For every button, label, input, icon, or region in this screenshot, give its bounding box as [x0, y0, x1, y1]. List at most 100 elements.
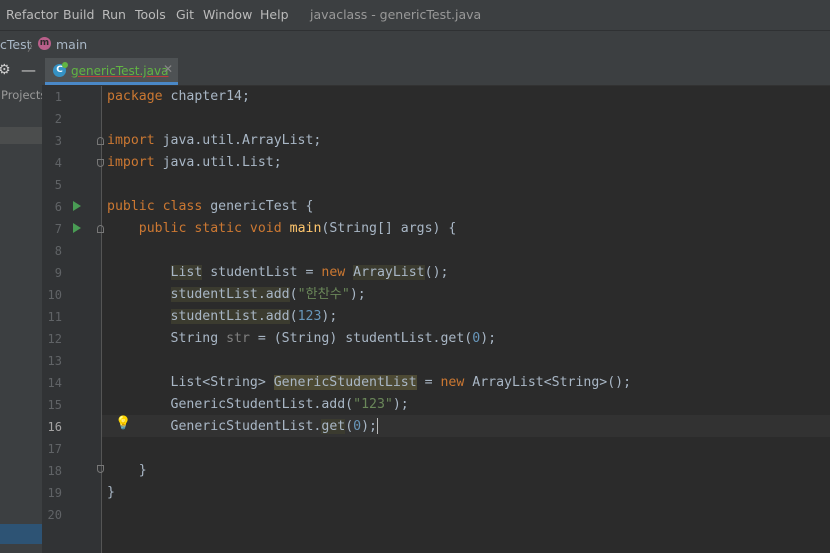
menu-run[interactable]: Run — [102, 7, 126, 22]
project-tree-highlight-row[interactable] — [0, 524, 42, 544]
code-text: ArrayList<String>(); — [472, 375, 632, 390]
method-icon: m — [38, 37, 51, 50]
menu-window[interactable]: Window — [203, 7, 252, 22]
line-number: 6 — [54, 200, 62, 214]
code-text: (); — [424, 265, 449, 280]
menu-bar: Refactor Build Run Tools Git Window Help… — [0, 0, 830, 30]
code-text: = — [416, 375, 441, 390]
code-text: ); — [480, 331, 497, 346]
code-text: } — [107, 463, 147, 478]
keyword: import — [107, 155, 155, 170]
menu-tools[interactable]: Tools — [135, 7, 166, 22]
code-text: studentList.add — [170, 287, 290, 302]
string-literal: "123" — [353, 397, 393, 412]
code-text: String — [107, 331, 227, 346]
code-line-9: List studentList = new ArrayList(); — [107, 262, 830, 284]
keyword: public class — [107, 199, 203, 214]
code-text: GenericStudentList.add( — [107, 397, 354, 412]
fold-imports-icon[interactable] — [97, 137, 104, 145]
project-tree-selected-row[interactable] — [0, 127, 42, 144]
menu-help[interactable]: Help — [260, 7, 289, 22]
line-number: 12 — [47, 332, 62, 346]
keyword: new — [440, 375, 473, 390]
menu-build[interactable]: Build — [63, 7, 94, 22]
code-text: ); — [321, 309, 338, 324]
line-number: 11 — [47, 310, 62, 324]
number-literal: 0 — [472, 331, 481, 346]
fold-end-imports-icon[interactable] — [97, 159, 104, 167]
line-number: 2 — [54, 112, 62, 126]
code-text: (String[] args) { — [321, 221, 457, 236]
code-text: ( — [345, 419, 354, 434]
code-line-15: GenericStudentList.add("123"); — [107, 394, 830, 416]
code-text: chapter14; — [162, 89, 250, 104]
minimize-icon[interactable]: — — [21, 61, 36, 79]
number-literal: 123 — [297, 309, 322, 324]
code-text: ( — [289, 287, 298, 302]
line-number-current: 16 — [47, 420, 62, 434]
code-text: ); — [349, 287, 366, 302]
code-line-14: List<String> GenericStudentList = new Ar… — [107, 372, 830, 394]
line-number: 8 — [54, 244, 62, 258]
line-number: 3 — [54, 134, 62, 148]
code-text: GenericStudentList — [273, 375, 417, 390]
line-number: 20 — [47, 508, 62, 522]
code-line-19: } — [107, 482, 830, 504]
code-text: List — [170, 265, 203, 280]
menu-git[interactable]: Git — [176, 7, 194, 22]
breadcrumb: cTest 〉 m main — [0, 30, 830, 59]
run-main-icon[interactable] — [73, 223, 81, 233]
line-number: 5 — [54, 178, 62, 192]
keyword: public static void — [107, 221, 290, 236]
line-number: 17 — [47, 442, 62, 456]
menu-refactor[interactable]: Refactor — [6, 7, 58, 22]
code-text: ( — [289, 309, 298, 324]
window-title: javaclass - genericTest.java — [310, 7, 482, 22]
fold-method-icon[interactable] — [97, 225, 104, 233]
unused-variable: str — [226, 331, 250, 346]
run-class-icon[interactable] — [73, 201, 81, 211]
code-line-12: String str = (String) studentList.get(0)… — [107, 328, 830, 350]
code-line-7: public static void main(String[] args) { — [107, 218, 830, 240]
fold-end-method-icon[interactable] — [97, 465, 104, 473]
line-number: 7 — [54, 222, 62, 236]
code-text: java.util.ArrayList; — [154, 133, 322, 148]
line-number: 4 — [54, 156, 62, 170]
code-line-11: studentList.add(123); — [107, 306, 830, 328]
string-literal: "한찬수" — [297, 287, 350, 302]
tab-generictest[interactable]: C genericTest.java ✕ — [45, 58, 178, 85]
code-text: ArrayList — [353, 265, 425, 280]
code-line-1: package chapter14; — [107, 86, 830, 108]
line-number: 18 — [47, 464, 62, 478]
java-class-icon: C — [53, 62, 68, 77]
code-text: ); — [361, 419, 377, 434]
code-text: get — [321, 419, 346, 434]
code-text: java.util.List; — [154, 155, 282, 170]
code-text: studentList = — [202, 265, 322, 280]
keyword: package — [107, 89, 163, 104]
projects-label[interactable]: Projects — [1, 88, 46, 102]
line-number: 10 — [47, 288, 62, 302]
gear-icon[interactable]: ⚙ — [0, 62, 11, 78]
keyword: new — [321, 265, 354, 280]
code-line-4: import java.util.List; — [107, 152, 830, 174]
code-line-18: } — [107, 460, 830, 482]
code-text: } — [107, 485, 115, 500]
line-number: 15 — [47, 398, 62, 412]
editor-tab-bar: C genericTest.java ✕ — [42, 58, 830, 86]
code-text: genericTest { — [202, 199, 314, 214]
keyword: import — [107, 133, 155, 148]
code-line-3: import java.util.ArrayList; — [107, 130, 830, 152]
line-number: 9 — [54, 266, 62, 280]
code-text: ); — [392, 397, 409, 412]
project-tool-window: ⚙ — Projects — [0, 58, 46, 553]
code-text: studentList.add — [170, 309, 290, 324]
close-icon[interactable]: ✕ — [163, 62, 173, 76]
tab-label[interactable]: genericTest.java — [71, 64, 168, 78]
breadcrumb-method[interactable]: main — [56, 37, 87, 52]
code-text: GenericStudentList. — [107, 419, 322, 434]
line-number: 14 — [47, 376, 62, 390]
